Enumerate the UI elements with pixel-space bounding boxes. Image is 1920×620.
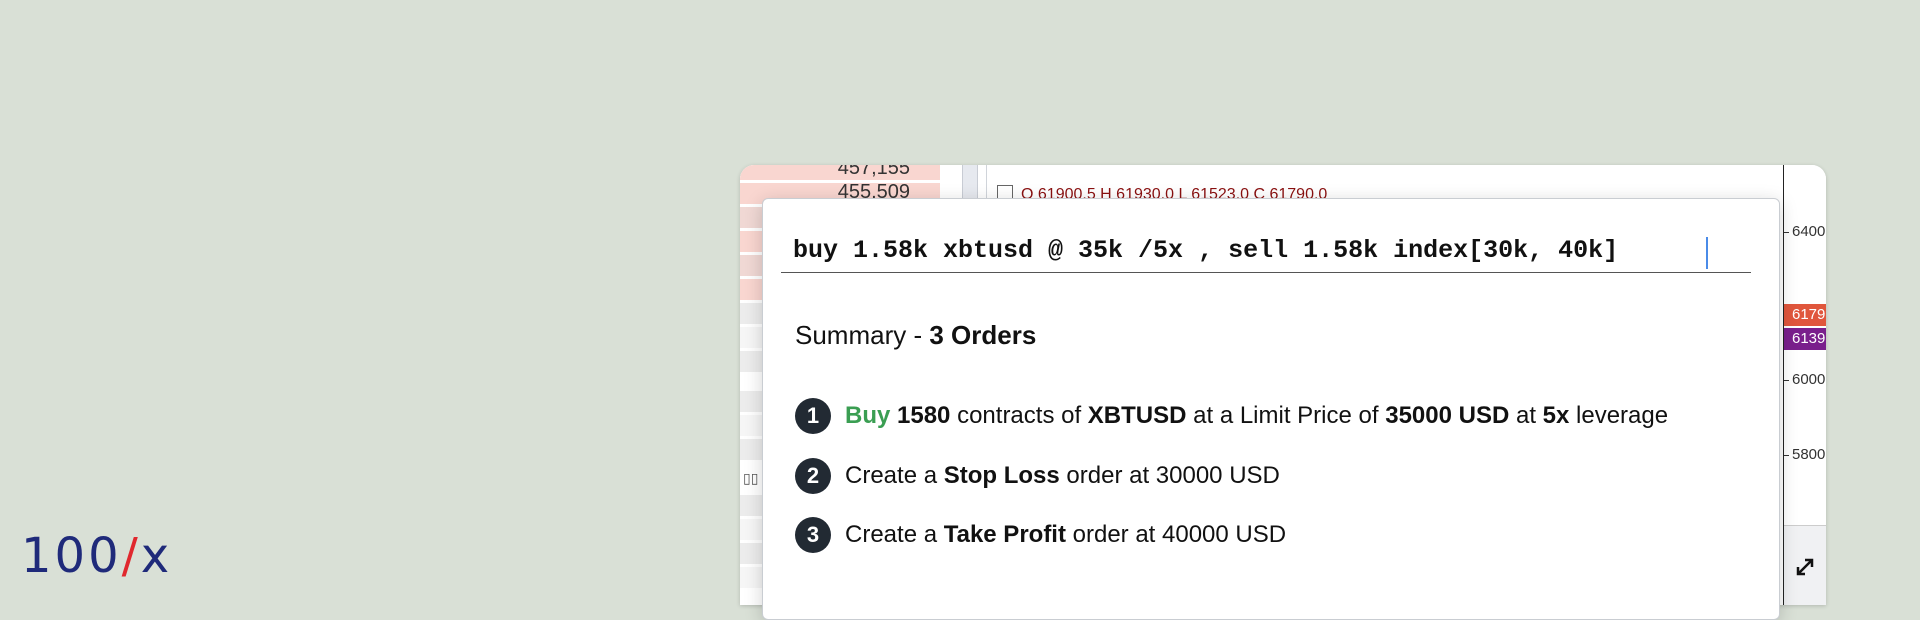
order-number-badge: 1 [795,398,831,434]
order-quantity: 1580 [897,402,951,429]
order-leverage: 5x [1542,402,1570,429]
text-caret [1706,237,1708,269]
order-item-3[interactable]: 3 Create a Take Profit order at 40000 US… [795,517,1286,553]
order-description: Buy 1580 contracts of XBTUSD at a Limit … [845,402,1668,430]
order-summary-heading: Summary - 3 Orders [795,320,1036,351]
last-price-tag: 6179 [1784,304,1826,326]
price-tick: 6400 [1784,223,1825,240]
price-tick: 5800 [1784,446,1825,463]
order-text: Create a [845,521,944,548]
orderbook-row[interactable]: 457,155 [740,165,940,180]
order-type: Stop Loss [943,462,1060,489]
orderbook-size: 457,155 [837,165,910,179]
order-price: 35000 USD [1385,402,1510,429]
order-text: leverage [1569,402,1669,429]
order-type: Take Profit [943,521,1066,548]
order-description: Create a Take Profit order at 40000 USD [845,521,1286,549]
order-text: at [1509,402,1543,429]
order-text: Create a [845,462,944,489]
order-description: Create a Stop Loss order at 30000 USD [845,462,1280,490]
order-text: contracts of [950,402,1088,429]
order-item-2[interactable]: 2 Create a Stop Loss order at 30000 USD [795,458,1280,494]
order-text: order at 40000 USD [1065,521,1287,548]
command-input[interactable] [781,229,1751,273]
order-command-palette: Summary - 3 Orders 1 Buy 1580 contracts … [762,198,1780,620]
brand-logo-slash: / [121,528,141,584]
order-number-badge: 2 [795,458,831,494]
order-text: order at 30000 USD [1059,462,1280,489]
summary-count: 3 Orders [929,320,1037,350]
mark-price-tag: 6139 [1784,328,1826,350]
order-number-badge: 3 [795,517,831,553]
brand-logo-text: 100 [21,528,122,584]
price-tick: 6000 [1784,371,1825,388]
expand-icon[interactable] [1794,556,1816,578]
summary-prefix: Summary - [795,320,930,350]
brand-logo-suffix: x [140,528,173,584]
brand-logo: 100/x [21,532,172,580]
order-item-1[interactable]: 1 Buy 1580 contracts of XBTUSD at a Limi… [795,398,1668,434]
order-symbol: XBTUSD [1087,402,1187,429]
columns-icon[interactable]: ▯▯ [743,470,758,487]
order-text: at a Limit Price of [1186,402,1386,429]
chart-footer [1784,525,1826,605]
order-side: Buy [845,402,891,429]
